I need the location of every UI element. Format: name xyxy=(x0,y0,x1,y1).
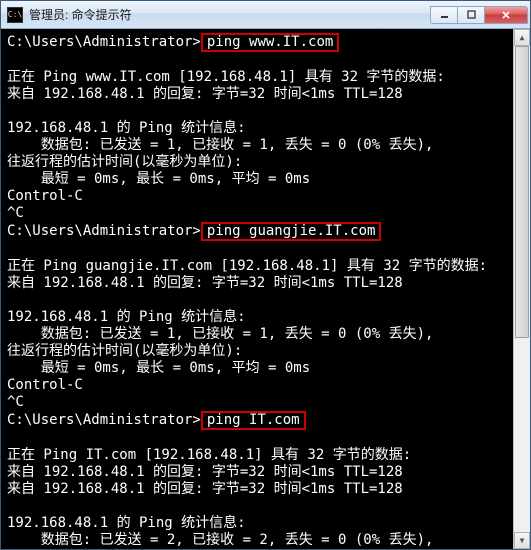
output-line: 最短 = 0ms, 最长 = 0ms, 平均 = 0ms xyxy=(7,360,524,377)
output-line: ^C xyxy=(7,205,524,222)
output-line: 数据包: 已发送 = 2, 已接收 = 2, 丢失 = 0 (0% 丢失), xyxy=(7,532,524,549)
cmd-window: C:\ 管理员: 命令提示符 C:\Users\Administrator>pi… xyxy=(0,0,531,550)
vertical-scrollbar[interactable]: ▲▼ xyxy=(513,29,530,549)
command-text: ping www.IT.com xyxy=(201,33,339,52)
output-line: 正在 Ping IT.com [192.168.48.1] 具有 32 字节的数… xyxy=(7,447,524,464)
output-line: 数据包: 已发送 = 1, 已接收 = 1, 丢失 = 0 (0% 丢失), xyxy=(7,326,524,343)
prompt-text: C:\Users\Administrator> xyxy=(7,412,201,428)
output-line xyxy=(7,103,524,120)
prompt-line: C:\Users\Administrator>ping www.IT.com xyxy=(7,33,524,52)
window-title: 管理员: 命令提示符 xyxy=(29,6,431,23)
prompt-text: C:\Users\Administrator> xyxy=(7,34,201,50)
output-line xyxy=(7,52,524,69)
maximize-button[interactable] xyxy=(457,6,485,24)
output-line: 最短 = 0ms, 最长 = 0ms, 平均 = 0ms xyxy=(7,171,524,188)
titlebar[interactable]: C:\ 管理员: 命令提示符 xyxy=(1,1,530,29)
minimize-button[interactable] xyxy=(430,6,458,24)
output-line: Control-C xyxy=(7,377,524,394)
scroll-thumb[interactable] xyxy=(515,46,529,338)
output-line: 192.168.48.1 的 Ping 统计信息: xyxy=(7,120,524,137)
output-line xyxy=(7,498,524,515)
output-line: 往返行程的估计时间(以毫秒为单位): xyxy=(7,154,524,171)
cmd-icon: C:\ xyxy=(7,7,23,23)
command-text: ping IT.com xyxy=(201,411,306,430)
output-line: 正在 Ping guangjie.IT.com [192.168.48.1] 具… xyxy=(7,258,524,275)
output-line xyxy=(7,241,524,258)
output-line: ^C xyxy=(7,394,524,411)
output-line xyxy=(7,292,524,309)
output-line: 来自 192.168.48.1 的回复: 字节=32 时间<1ms TTL=12… xyxy=(7,275,524,292)
output-line: 正在 Ping www.IT.com [192.168.48.1] 具有 32 … xyxy=(7,69,524,86)
output-line: 来自 192.168.48.1 的回复: 字节=32 时间<1ms TTL=12… xyxy=(7,86,524,103)
output-line: 来自 192.168.48.1 的回复: 字节=32 时间<1ms TTL=12… xyxy=(7,464,524,481)
window-controls xyxy=(431,6,528,24)
output-line: 192.168.48.1 的 Ping 统计信息: xyxy=(7,309,524,326)
output-line: 192.168.48.1 的 Ping 统计信息: xyxy=(7,515,524,532)
output-line: 数据包: 已发送 = 1, 已接收 = 1, 丢失 = 0 (0% 丢失), xyxy=(7,137,524,154)
terminal-area[interactable]: C:\Users\Administrator>ping www.IT.com 正… xyxy=(1,29,530,549)
command-text: ping guangjie.IT.com xyxy=(201,222,382,241)
output-line: Control-C xyxy=(7,188,524,205)
prompt-line: C:\Users\Administrator>ping IT.com xyxy=(7,411,524,430)
output-line xyxy=(7,430,524,447)
prompt-text: C:\Users\Administrator> xyxy=(7,223,201,239)
prompt-line: C:\Users\Administrator>ping guangjie.IT.… xyxy=(7,222,524,241)
scroll-down-button[interactable]: ▼ xyxy=(514,532,530,549)
output-line: 来自 192.168.48.1 的回复: 字节=32 时间<1ms TTL=12… xyxy=(7,481,524,498)
output-line: 往返行程的估计时间(以毫秒为单位): xyxy=(7,343,524,360)
close-button[interactable] xyxy=(484,6,528,24)
scroll-track[interactable] xyxy=(514,46,530,532)
scroll-up-button[interactable]: ▲ xyxy=(514,29,530,46)
